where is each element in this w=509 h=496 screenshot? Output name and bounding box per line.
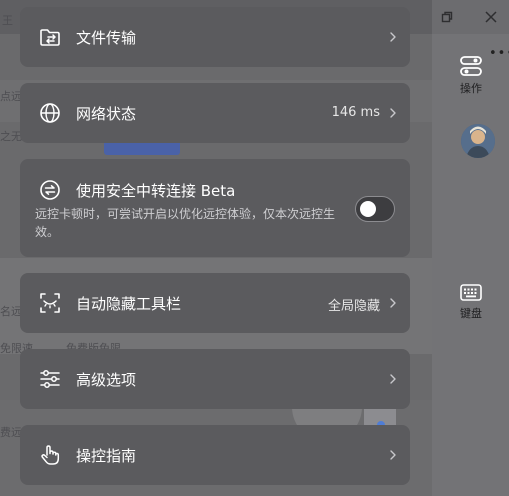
keyboard-button[interactable]: 键盘 xyxy=(445,283,497,333)
side-toolbar: ••• 操作 键盘 xyxy=(432,0,509,496)
auto-hide-mode-value: 全局隐藏 xyxy=(327,299,380,314)
advanced-options-label: 高级选项 xyxy=(76,371,137,389)
auto-hide-icon xyxy=(40,293,60,313)
chevron-right-icon xyxy=(390,450,396,460)
menu-item-file-transfer[interactable]: 文件传输 xyxy=(20,7,410,67)
menu-item-auto-hide-toolbar[interactable]: 自动隐藏工具栏 全局隐藏 xyxy=(20,273,410,333)
window-controls xyxy=(432,0,509,34)
bg-text: 费远 xyxy=(0,426,22,439)
secure-relay-description: 远控卡顿时，可尝试开启以优化远控体验，仅本次远控生效。 xyxy=(35,207,336,239)
chevron-right-icon xyxy=(390,108,396,118)
restore-window-icon[interactable] xyxy=(439,9,455,25)
avatar[interactable] xyxy=(461,124,495,158)
network-status-label: 网络状态 xyxy=(76,105,137,123)
close-window-icon[interactable] xyxy=(483,9,499,25)
keyboard-icon xyxy=(460,284,482,301)
operations-button[interactable]: 操作 xyxy=(445,48,497,98)
menu-item-advanced-options[interactable]: 高级选项 xyxy=(20,349,410,409)
toggle-settings-icon xyxy=(460,56,482,76)
folder-transfer-icon xyxy=(40,29,60,46)
chevron-right-icon xyxy=(390,298,396,308)
globe-icon xyxy=(40,103,60,123)
menu-item-secure-relay: 使用安全中转连接 Beta 远控卡顿时，可尝试开启以优化远控体验，仅本次远控生效… xyxy=(20,159,410,257)
chevron-right-icon xyxy=(390,32,396,42)
relay-arrows-icon xyxy=(40,180,60,200)
menu-item-network-status[interactable]: 网络状态 146 ms xyxy=(20,83,410,143)
hand-pointer-icon xyxy=(41,445,60,465)
file-transfer-label: 文件传输 xyxy=(76,29,137,47)
bg-text: 之无 xyxy=(0,130,22,143)
bg-text: 名远 xyxy=(0,305,22,318)
secure-relay-toggle[interactable] xyxy=(355,196,395,222)
operations-label: 操作 xyxy=(460,82,482,95)
sliders-icon xyxy=(40,370,60,388)
keyboard-label: 键盘 xyxy=(460,307,482,320)
chevron-right-icon xyxy=(390,374,396,384)
secure-relay-label: 使用安全中转连接 Beta xyxy=(76,182,236,200)
toggle-knob xyxy=(360,200,376,217)
network-latency-value: 146 ms xyxy=(331,105,380,120)
menu-item-control-guide[interactable]: 操控指南 xyxy=(20,425,410,485)
control-guide-label: 操控指南 xyxy=(76,447,137,465)
avatar-image xyxy=(461,124,495,158)
bg-text: 王 xyxy=(2,14,13,27)
auto-hide-toolbar-label: 自动隐藏工具栏 xyxy=(76,295,182,313)
bg-text: 点远 xyxy=(0,90,22,103)
